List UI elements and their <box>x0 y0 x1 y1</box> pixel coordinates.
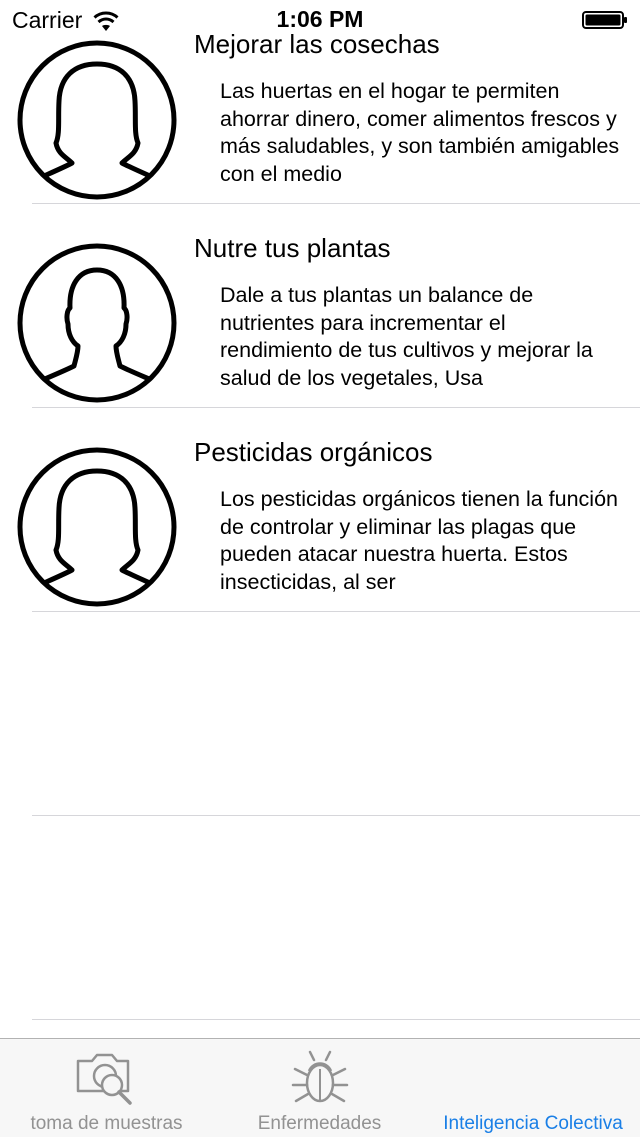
female-avatar-icon <box>17 40 177 200</box>
tab-enfermedades[interactable]: Enfermedades <box>213 1039 426 1137</box>
row-title: Nutre tus plantas <box>194 233 391 263</box>
tab-inteligencia-colectiva[interactable]: Inteligencia Colectiva <box>426 1039 640 1137</box>
tab-label: toma de muestras <box>30 1113 183 1134</box>
row-title: Pesticidas orgánicos <box>194 437 433 467</box>
empty-row-separator <box>32 1019 640 1020</box>
tab-label: Inteligencia Colectiva <box>443 1113 623 1134</box>
battery-icon <box>582 11 627 29</box>
clock: 1:06 PM <box>276 6 364 32</box>
row-description: Dale a tus plantas un balance de nutrien… <box>220 283 593 390</box>
female-avatar-icon <box>17 447 177 607</box>
list-item[interactable]: Pesticidas orgánicos Los pesticidas orgá… <box>0 408 640 612</box>
bug-icon <box>291 1050 348 1103</box>
tab-bar: toma de muestras Enfermedades Inteligenc… <box>0 1038 640 1137</box>
tab-label: Enfermedades <box>257 1113 382 1134</box>
row-description: Los pesticidas orgánicos tienen la funci… <box>220 487 619 594</box>
camera-search-icon <box>76 1053 132 1105</box>
list-item[interactable]: Nutre tus plantas Dale a tus plantas un … <box>0 204 640 408</box>
tab-toma-de-muestras[interactable]: toma de muestras <box>0 1039 213 1137</box>
row-description: Las huertas en el hogar te permiten ahor… <box>220 79 620 186</box>
status-bar: Carrier 1:06 PM <box>0 0 640 40</box>
male-avatar-icon <box>17 243 177 403</box>
empty-row-separator <box>32 815 640 816</box>
row-separator <box>32 611 640 612</box>
